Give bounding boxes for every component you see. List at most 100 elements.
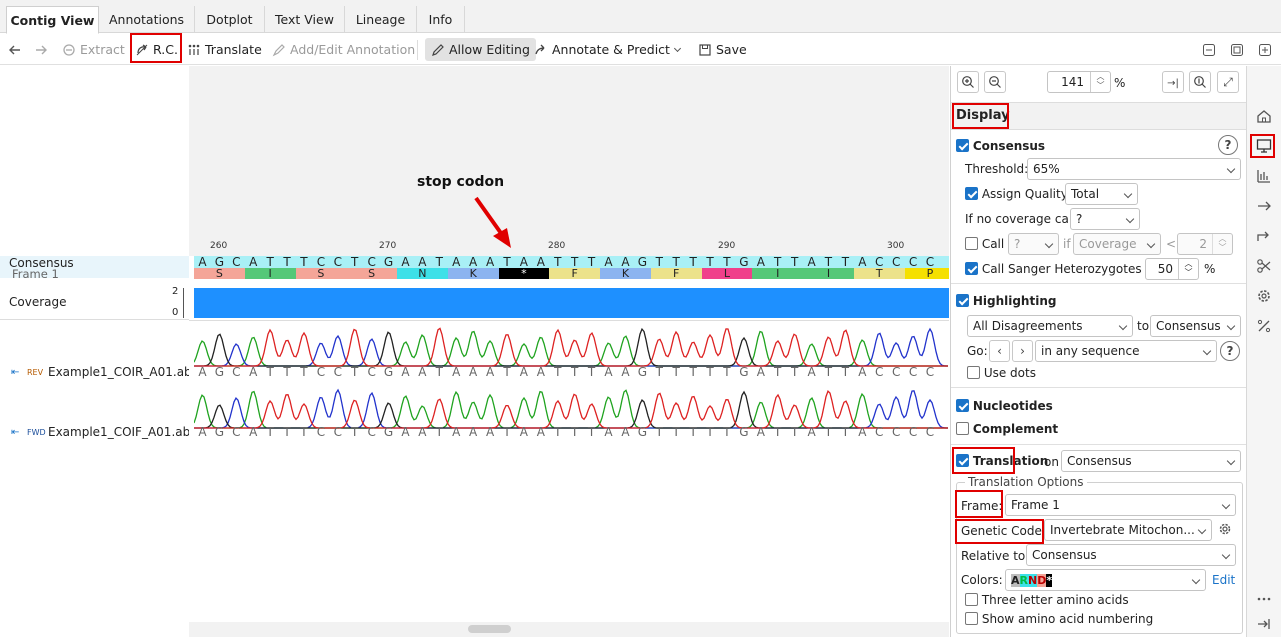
- go-previous-button[interactable]: ‹: [989, 340, 1010, 362]
- tab-dotplot[interactable]: Dotplot: [195, 6, 265, 33]
- more-icon[interactable]: [1255, 590, 1273, 608]
- sanger-checkbox[interactable]: [965, 262, 978, 275]
- consensus-sequence-row[interactable]: AGCATTTCCTCGAATAAATAATTTAAGTTTTTGATTATTA…: [194, 256, 949, 268]
- translation-on-select[interactable]: Consensus: [1061, 450, 1241, 472]
- split-view-button[interactable]: [1230, 38, 1248, 61]
- collapse-panel-icon[interactable]: [1255, 615, 1273, 633]
- complement-checkbox[interactable]: [956, 422, 969, 435]
- to-label: to: [1137, 319, 1150, 333]
- read2-base: T: [503, 426, 511, 439]
- home-icon[interactable]: [1255, 107, 1273, 125]
- call-select[interactable]: ?: [1008, 233, 1059, 255]
- highlighting-row[interactable]: Highlighting: [956, 293, 1056, 309]
- forward-button[interactable]: [34, 38, 52, 61]
- assign-quality-select[interactable]: Total: [1065, 183, 1138, 205]
- consensus-track-name[interactable]: Consensus Frame 1: [0, 256, 189, 281]
- spinner-icon[interactable]: ︿ ﹀: [1178, 259, 1198, 279]
- threshold-select[interactable]: 65%: [1027, 158, 1241, 180]
- show-numbering-row[interactable]: Show amino acid numbering: [965, 611, 1153, 627]
- consensus-base: G: [383, 256, 394, 268]
- bar-chart-icon[interactable]: [1255, 167, 1273, 185]
- tab-lineage[interactable]: Lineage: [345, 6, 417, 33]
- read1-track-name[interactable]: ⇤ REV Example1_COIR_A01.ab1: [0, 364, 199, 382]
- consensus-help-button[interactable]: ?: [1218, 135, 1238, 155]
- genetic-code-select[interactable]: Invertebrate Mitochon...: [1044, 519, 1212, 541]
- read1-base: C: [316, 366, 326, 379]
- assign-quality-checkbox[interactable]: [965, 187, 978, 200]
- call-number-input[interactable]: 2 ︿ ﹀: [1177, 233, 1233, 255]
- zoom-in-button[interactable]: [957, 71, 979, 93]
- use-dots-row[interactable]: Use dots: [967, 365, 1036, 381]
- consensus-checkbox-row[interactable]: Consensus: [956, 138, 1045, 154]
- no-coverage-select[interactable]: ?: [1070, 208, 1140, 230]
- expand-button[interactable]: [1258, 38, 1276, 61]
- consensus-base: A: [452, 256, 461, 268]
- amino-acid: N: [397, 268, 448, 279]
- nucleotides-row[interactable]: Nucleotides: [956, 398, 1053, 414]
- three-letter-checkbox[interactable]: [965, 593, 978, 606]
- back-button[interactable]: [8, 38, 26, 61]
- colors-edit-link[interactable]: Edit: [1212, 572, 1235, 588]
- call-checkbox[interactable]: [965, 237, 978, 250]
- highlight-mode-select[interactable]: All Disagreements: [967, 315, 1133, 337]
- sequence-view[interactable]: 260 270 280 290 300 AGCATTTCCTCGAATAAATA…: [189, 241, 949, 637]
- frame-select[interactable]: Frame 1: [1005, 494, 1236, 516]
- amino-acid-color-scheme-icon: ARND*: [1011, 574, 1053, 587]
- consensus-checkbox[interactable]: [956, 139, 969, 152]
- read2-sequence-row[interactable]: AGCATTTCCTCGAATAAATAATTTAAGTTTTTGATTATTA…: [194, 426, 949, 440]
- save-button[interactable]: Save: [698, 38, 747, 61]
- tab-annotations[interactable]: Annotations: [99, 6, 195, 33]
- tab-text-view[interactable]: Text View: [265, 6, 345, 33]
- zoom-input[interactable]: 141 ︿ ﹀: [1047, 71, 1111, 93]
- translate-button[interactable]: Translate: [187, 38, 262, 61]
- complement-label: Complement: [972, 422, 1059, 436]
- extract-button[interactable]: Extract: [62, 38, 125, 61]
- nucleotides-checkbox[interactable]: [956, 399, 969, 412]
- read2-track-name[interactable]: ⇤ FWD Example1_COIF_A01.ab1: [0, 424, 198, 442]
- zoom-out-button[interactable]: [984, 71, 1006, 93]
- spinner-icon[interactable]: ︿ ﹀: [1212, 234, 1232, 254]
- assign-quality-row[interactable]: Assign Quality: [965, 186, 1068, 202]
- tab-contig-view[interactable]: Contig View: [6, 6, 99, 34]
- call-row[interactable]: Call: [965, 236, 1004, 252]
- collapse-button[interactable]: [1202, 38, 1220, 61]
- annotate-predict-button[interactable]: Annotate & Predict: [534, 38, 681, 61]
- relative-to-select[interactable]: Consensus: [1026, 544, 1236, 566]
- arrow-right-icon[interactable]: [1255, 197, 1273, 215]
- coverage-track-name[interactable]: Coverage 2 0: [0, 286, 189, 320]
- read2-base: C: [367, 426, 376, 439]
- colors-select[interactable]: ARND*: [1005, 569, 1206, 591]
- read2-base: T: [587, 426, 596, 439]
- show-numbering-checkbox[interactable]: [965, 612, 978, 625]
- translation-frame1-row[interactable]: S I S S N K * F K F L I I T P: [194, 268, 949, 279]
- horizontal-scroll-track[interactable]: [189, 622, 949, 637]
- highlighting-help-button[interactable]: ?: [1220, 341, 1240, 361]
- go-next-button[interactable]: ›: [1012, 340, 1033, 362]
- three-letter-row[interactable]: Three letter amino acids: [965, 592, 1129, 608]
- call-coverage-select[interactable]: Coverage: [1073, 233, 1161, 255]
- zoom-spinner[interactable]: ︿ ﹀: [1090, 72, 1110, 92]
- gear-icon[interactable]: [1255, 287, 1273, 305]
- percent-icon[interactable]: [1255, 317, 1273, 335]
- consensus-base: T: [587, 256, 596, 268]
- zoom-to-selection-button[interactable]: [1189, 71, 1211, 93]
- allow-editing-toggle[interactable]: Allow Editing: [425, 38, 536, 61]
- monitor-icon[interactable]: [1255, 137, 1273, 155]
- fit-width-button[interactable]: →|←: [1162, 71, 1184, 111]
- genetic-code-settings-button[interactable]: [1217, 521, 1235, 539]
- scissors-icon[interactable]: [1255, 257, 1273, 275]
- chevron-down-icon: [673, 44, 681, 53]
- go-scope-select[interactable]: in any sequence: [1035, 340, 1217, 362]
- horizontal-scrollbar-thumb[interactable]: [468, 625, 511, 633]
- use-dots-checkbox[interactable]: [967, 366, 980, 379]
- read1-sequence-row[interactable]: AGCATTTCCTCGAATAAATAATTTAAGTTTTTGATTATTA…: [194, 366, 949, 380]
- add-edit-annotation-button[interactable]: Add/Edit Annotation: [272, 38, 415, 61]
- highlighting-checkbox[interactable]: [956, 294, 969, 307]
- tab-info[interactable]: Info: [417, 6, 465, 33]
- sanger-input[interactable]: 50 ︿ ﹀: [1145, 258, 1199, 280]
- export-icon[interactable]: [1255, 227, 1273, 245]
- sanger-row[interactable]: Call Sanger Heterozygotes >: [965, 261, 1155, 277]
- highlight-target-select[interactable]: Consensus: [1150, 315, 1241, 337]
- complement-row[interactable]: Complement: [956, 421, 1058, 437]
- fullscreen-button[interactable]: ⤢: [1217, 71, 1239, 93]
